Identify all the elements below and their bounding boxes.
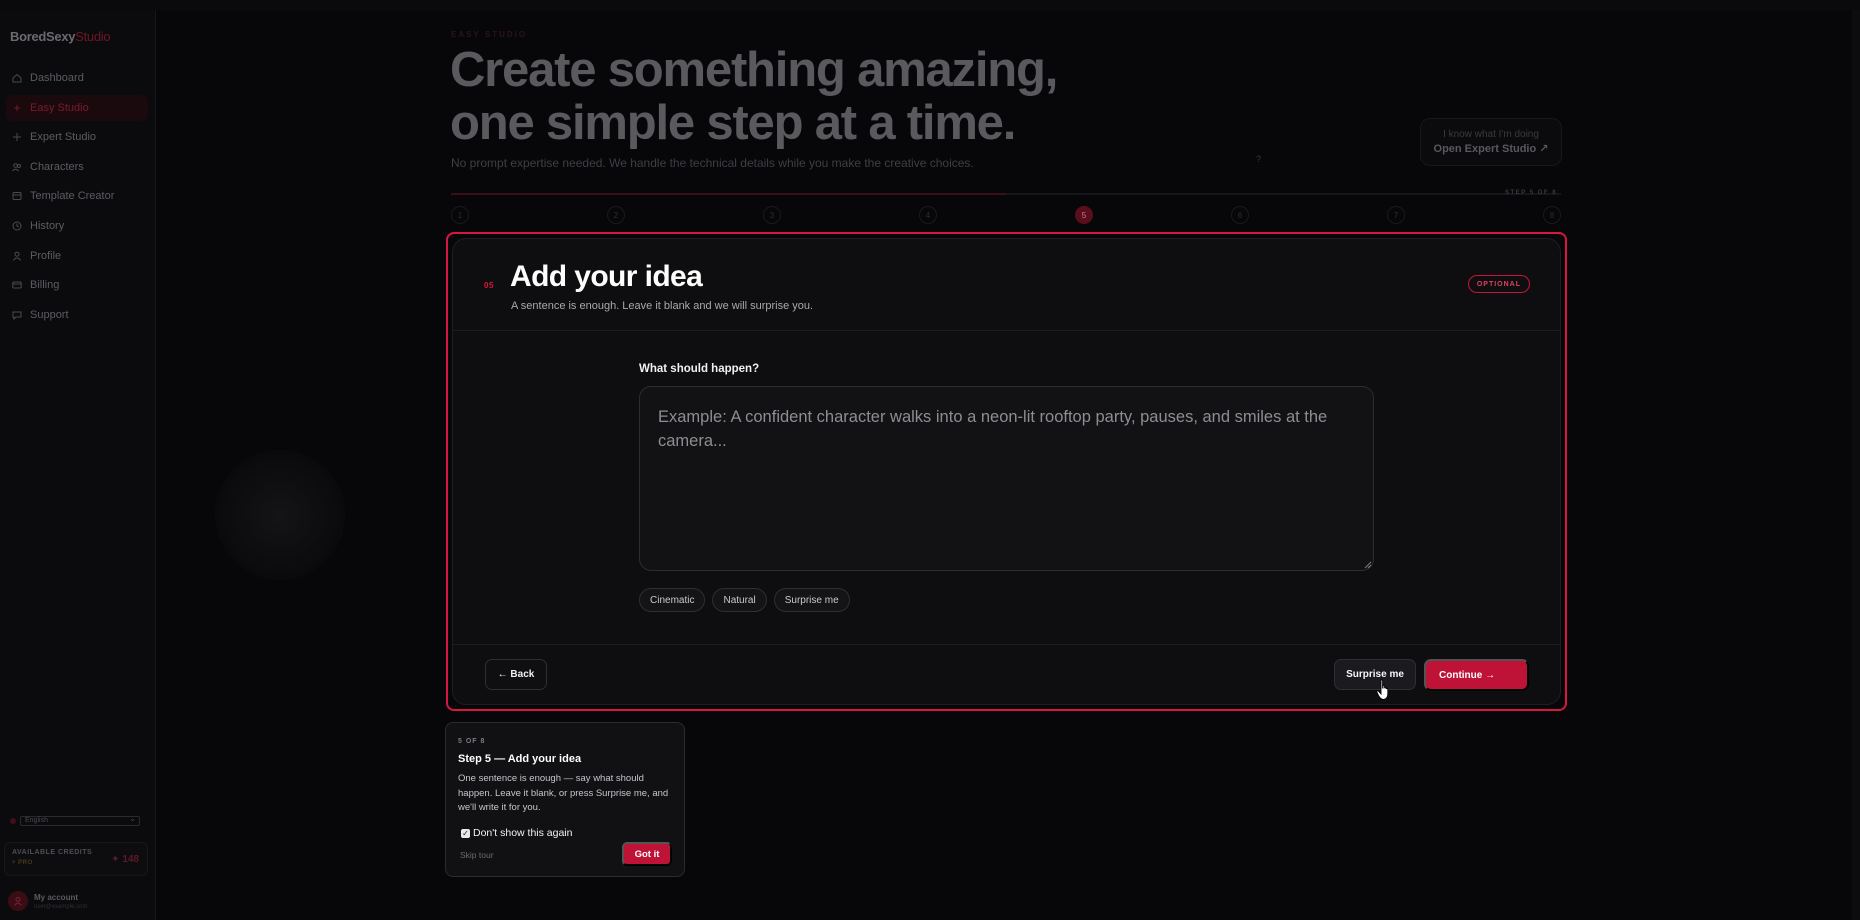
- sidebar-item-history[interactable]: History: [6, 213, 148, 239]
- page-title: Create something amazing, one simple ste…: [450, 44, 1150, 150]
- card-subtitle: A sentence is enough. Leave it blank and…: [511, 300, 814, 312]
- card-header: 05 Add your idea A sentence is enough. L…: [453, 239, 1560, 331]
- sidebar-item-profile[interactable]: Profile: [6, 243, 148, 269]
- template-icon: [12, 191, 22, 201]
- account-email: user@example.com: [34, 903, 88, 910]
- progress-fill: [451, 193, 1006, 195]
- brand-logo[interactable]: BoredSexyStudio: [10, 29, 111, 44]
- sparkle-icon: [12, 103, 22, 113]
- tour-step-count: 5 OF 8: [458, 738, 486, 745]
- back-button[interactable]: ← Back: [485, 659, 547, 690]
- page-title-line-2: one simple step at a time.: [450, 96, 1016, 150]
- language-value: English: [20, 815, 140, 826]
- idea-textarea[interactable]: [639, 386, 1374, 571]
- sidebar-item-characters[interactable]: Characters: [6, 154, 148, 180]
- plan-badge: + PRO: [12, 860, 33, 866]
- credits-amount: ✦ 148: [111, 854, 139, 865]
- sidebar: BoredSexyStudio Dashboard Easy Studio Ex…: [0, 10, 156, 920]
- sidebar-item-support[interactable]: Support: [6, 302, 148, 328]
- stepper-step-3[interactable]: 3: [763, 206, 781, 224]
- help-icon[interactable]: ?: [1256, 154, 1261, 164]
- avatar: [8, 891, 28, 911]
- sidebar-item-label: Dashboard: [30, 72, 84, 84]
- stepper: 1 2 3 4 5 6 7 8: [451, 206, 1561, 224]
- sidebar-item-label: Characters: [30, 160, 84, 173]
- optional-badge: OPTIONAL: [1467, 275, 1530, 293]
- expert-link: Open Expert Studio ↗: [1433, 143, 1549, 155]
- user-icon: [12, 251, 22, 261]
- checkbox-checked-icon[interactable]: ✓: [461, 828, 470, 838]
- card-footer: ← Back Surprise me Continue →: [453, 644, 1560, 704]
- got-it-button[interactable]: Got it: [622, 842, 672, 866]
- checkbox-label: Don't show this again: [473, 827, 573, 839]
- tour-body: One sentence is enough — say what should…: [458, 773, 669, 813]
- resize-handle-icon[interactable]: [1364, 561, 1372, 569]
- stepper-step-4[interactable]: 4: [919, 206, 937, 224]
- idea-field-label: What should happen?: [639, 363, 760, 375]
- chat-icon: [12, 310, 22, 320]
- stepper-step-7[interactable]: 7: [1387, 206, 1405, 224]
- stepper-step-2[interactable]: 2: [607, 206, 625, 224]
- expert-hint: I know what I'm doing: [1443, 129, 1539, 140]
- tour-title: Step 5 — Add your idea: [458, 753, 582, 765]
- sidebar-item-label: Profile: [30, 249, 62, 262]
- card-icon: [12, 280, 22, 290]
- style-chips: Cinematic Natural Surprise me: [639, 588, 850, 612]
- sidebar-nav: Dashboard Easy Studio Expert Studio Char…: [6, 65, 148, 331]
- credits-panel[interactable]: AVAILABLE CREDITS + PRO ✦ 148: [4, 842, 148, 876]
- credits-label: AVAILABLE CREDITS: [12, 849, 93, 856]
- language-select[interactable]: English: [10, 815, 140, 827]
- card-title: Add your idea: [510, 260, 703, 293]
- surprise-me-button[interactable]: Surprise me: [1334, 659, 1416, 690]
- globe-icon: [10, 818, 16, 824]
- progress-bar: [451, 193, 1561, 195]
- stepper-step-1[interactable]: 1: [451, 206, 469, 224]
- sidebar-item-label: Expert Studio: [30, 131, 97, 144]
- scrollbar[interactable]: [1852, 10, 1860, 920]
- chip-cinematic[interactable]: Cinematic: [639, 588, 706, 612]
- sidebar-item-label: Billing: [30, 279, 60, 292]
- continue-button[interactable]: Continue →: [1424, 659, 1529, 691]
- open-expert-studio-button[interactable]: I know what I'm doing Open Expert Studio…: [1420, 118, 1562, 166]
- sidebar-item-billing[interactable]: Billing: [6, 272, 148, 298]
- users-icon: [12, 162, 22, 172]
- sidebar-item-label: Support: [30, 308, 69, 321]
- page-subtitle: No prompt expertise needed. We handle th…: [451, 156, 974, 170]
- chip-surprise-me[interactable]: Surprise me: [773, 588, 850, 612]
- sidebar-item-expert-studio[interactable]: Expert Studio: [6, 124, 148, 150]
- account-name: My account: [34, 892, 79, 902]
- sidebar-item-template-creator[interactable]: Template Creator: [6, 183, 148, 209]
- plus-icon: [12, 132, 22, 142]
- page-kicker: EASY STUDIO: [451, 30, 528, 39]
- background-glow: [215, 450, 345, 580]
- sidebar-item-easy-studio[interactable]: Easy Studio: [6, 94, 148, 121]
- tour-tooltip: 5 OF 8 Step 5 — Add your idea One senten…: [445, 722, 685, 877]
- page-title-line-1: Create something amazing,: [450, 43, 1058, 97]
- window-top-bar: [0, 0, 1860, 10]
- brand-accent: Studio: [75, 29, 111, 44]
- sidebar-item-label: Template Creator: [30, 190, 115, 203]
- stepper-step-8[interactable]: 8: [1543, 206, 1561, 224]
- step-number: 05: [484, 281, 494, 290]
- sidebar-item-label: History: [30, 219, 65, 232]
- chip-natural[interactable]: Natural: [712, 588, 767, 612]
- hand-cursor-icon: [1376, 679, 1389, 700]
- brand-name: BoredSexy: [10, 29, 76, 44]
- idea-step-card: 05 Add your idea A sentence is enough. L…: [452, 238, 1561, 705]
- sidebar-item-label: Easy Studio: [30, 101, 89, 114]
- sidebar-item-dashboard[interactable]: Dashboard: [6, 65, 148, 91]
- home-icon: [12, 73, 22, 83]
- step-counter: STEP 5 OF 8: [1505, 190, 1558, 196]
- stepper-step-6[interactable]: 6: [1231, 206, 1249, 224]
- account-menu[interactable]: My account user@example.com: [8, 888, 148, 914]
- clock-icon: [12, 221, 22, 231]
- dont-show-again-checkbox[interactable]: ✓ Don't show this again: [461, 827, 572, 839]
- skip-tour-link[interactable]: Skip tour: [460, 850, 494, 860]
- stepper-step-5[interactable]: 5: [1075, 206, 1093, 224]
